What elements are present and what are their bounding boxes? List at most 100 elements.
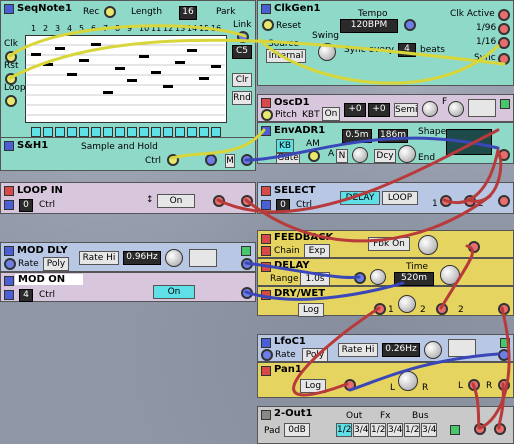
power-icon[interactable] [241, 246, 251, 256]
clear-button[interactable]: Clr [232, 73, 252, 87]
out-34-button[interactable]: 3/4 [353, 423, 369, 437]
step-button[interactable] [67, 127, 77, 137]
mode-button[interactable]: M [225, 154, 235, 168]
semi-button[interactable]: Semi [394, 103, 418, 117]
exp-button[interactable]: Exp [304, 244, 330, 258]
value-display[interactable]: 0 [19, 199, 33, 212]
sample-input[interactable] [205, 154, 217, 166]
pan-output-r[interactable] [498, 379, 510, 391]
step-button[interactable] [199, 127, 209, 137]
poly-button[interactable]: Poly [302, 348, 328, 362]
range-button[interactable]: 1.0s [300, 272, 330, 286]
step-button[interactable] [175, 127, 185, 137]
out-input-r[interactable] [494, 423, 506, 435]
pan-output-l[interactable] [468, 379, 480, 391]
bus-34-button[interactable]: 3/4 [421, 423, 437, 437]
value-display[interactable]: 0 [276, 199, 290, 212]
dry-input[interactable] [374, 303, 386, 315]
tempo-display[interactable]: 120BPM [340, 19, 398, 33]
step-button[interactable] [127, 127, 137, 137]
select-input-2[interactable] [464, 195, 476, 207]
osc-knob[interactable] [422, 101, 438, 117]
env-output[interactable] [498, 149, 510, 161]
rate-hi-button[interactable]: Rate Hi [79, 251, 119, 265]
freq-display[interactable]: 0.26Hz [382, 343, 420, 357]
freq-display[interactable]: 0.96Hz [123, 251, 161, 265]
swing-knob[interactable] [318, 43, 336, 61]
kbt-button[interactable]: On [322, 107, 340, 121]
source-button[interactable]: Internal [266, 49, 306, 63]
rec-input[interactable] [104, 6, 116, 18]
modon-output[interactable] [241, 287, 253, 299]
step-button[interactable] [31, 127, 41, 137]
sync-display[interactable]: 4 [398, 43, 416, 57]
power-icon[interactable] [500, 338, 510, 348]
rate-input[interactable] [261, 349, 273, 361]
d16-output[interactable] [498, 37, 510, 49]
kb-button[interactable]: KB [276, 139, 294, 153]
sh-output[interactable] [241, 154, 253, 166]
attack-display[interactable]: 0.5m [342, 129, 372, 143]
lfo-output[interactable] [498, 349, 510, 361]
rate-input[interactable] [4, 258, 16, 270]
reset-input[interactable] [262, 19, 274, 31]
fbk-knob[interactable] [418, 235, 438, 255]
select-input-1[interactable] [440, 195, 452, 207]
random-button[interactable]: Rnd [232, 91, 252, 105]
updown-icon[interactable]: ↕ [146, 195, 154, 205]
loop-button[interactable]: LOOP [382, 191, 418, 205]
step-button[interactable] [163, 127, 173, 137]
step-button[interactable] [187, 127, 197, 137]
value-display[interactable]: 4 [19, 289, 33, 302]
attack-knob[interactable] [352, 147, 368, 163]
mix-knob[interactable] [398, 295, 416, 313]
step-button[interactable] [55, 127, 65, 137]
d96-output[interactable] [498, 23, 510, 35]
dcy-button[interactable]: Dcy [374, 149, 396, 163]
log-button[interactable]: Log [298, 303, 324, 317]
loopin-output-a[interactable] [213, 195, 225, 207]
step-button[interactable] [151, 127, 161, 137]
time-knob[interactable] [440, 265, 460, 285]
wet-input[interactable] [436, 303, 448, 315]
sync-output[interactable] [498, 53, 510, 65]
time-display[interactable]: 520m [394, 272, 434, 286]
fine-display[interactable]: +0 [368, 103, 390, 117]
pitch-input[interactable] [261, 109, 273, 121]
gate-button[interactable]: Gate [276, 153, 300, 164]
on-button[interactable]: On [157, 194, 195, 208]
time-mod-knob[interactable] [370, 269, 386, 285]
fbk-button[interactable]: Fbk On [368, 237, 410, 251]
out-12-button[interactable]: 1/2 [336, 423, 352, 437]
am-input[interactable] [308, 150, 320, 162]
waveform-button[interactable] [448, 339, 476, 357]
note-grid[interactable] [25, 35, 227, 123]
coarse-display[interactable]: +0 [344, 103, 366, 117]
drywet-output[interactable] [498, 303, 510, 315]
loop-input[interactable] [5, 95, 17, 107]
delay-button[interactable]: DELAY [340, 191, 380, 205]
decay-display[interactable]: 186m [378, 129, 408, 143]
fx-12-button[interactable]: 1/2 [370, 423, 386, 437]
freq-knob[interactable] [448, 101, 464, 117]
step-button[interactable] [139, 127, 149, 137]
power-icon[interactable] [450, 425, 460, 435]
waveform-button[interactable] [189, 249, 217, 267]
select-output[interactable] [498, 195, 510, 207]
step-button[interactable] [115, 127, 125, 137]
n-button[interactable]: N [336, 149, 348, 163]
link-toggle[interactable] [237, 31, 249, 43]
decay-knob[interactable] [398, 145, 416, 163]
lfo-output[interactable] [241, 258, 253, 270]
note-display[interactable]: C5 [232, 45, 252, 59]
bus-12-button[interactable]: 1/2 [404, 423, 420, 437]
rate-knob[interactable] [424, 341, 442, 359]
out-input-l[interactable] [474, 423, 486, 435]
tempo-toggle[interactable] [404, 19, 416, 31]
pan-knob[interactable] [398, 371, 418, 391]
pad-button[interactable]: 0dB [284, 423, 310, 437]
fx-34-button[interactable]: 3/4 [387, 423, 403, 437]
rate-hi-button[interactable]: Rate Hi [338, 343, 378, 357]
fbk-input[interactable] [468, 241, 480, 253]
step-button[interactable] [103, 127, 113, 137]
